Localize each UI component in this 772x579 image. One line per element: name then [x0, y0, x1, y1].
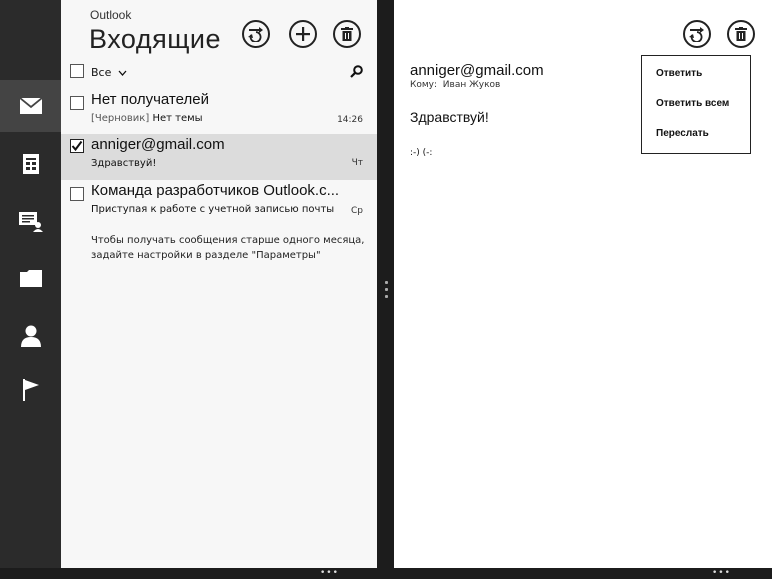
- nav-mail[interactable]: [0, 80, 61, 132]
- app-bar: [0, 568, 772, 579]
- menu-item-reply[interactable]: Ответить: [656, 68, 702, 79]
- reading-pane: anniger@gmail.com Кому: Иван Жуков Здрав…: [394, 0, 772, 568]
- calendar-icon: [22, 154, 39, 174]
- to-label: Кому:: [410, 80, 438, 90]
- nav-flag[interactable]: [0, 364, 61, 416]
- respond-button[interactable]: [683, 20, 711, 48]
- menu-item-forward[interactable]: Переслать: [656, 128, 709, 139]
- search-button[interactable]: [350, 63, 366, 79]
- sync-icon: [689, 27, 704, 42]
- app-name: Outlook: [90, 8, 132, 22]
- nav-chat[interactable]: [0, 196, 61, 248]
- select-all-checkbox[interactable]: [70, 64, 84, 78]
- sync-button[interactable]: [242, 20, 270, 48]
- message-checkbox[interactable]: [70, 139, 84, 153]
- message-subject-line: [Черновик] Нет темы: [91, 113, 203, 124]
- more-options-right[interactable]: •••: [712, 569, 731, 578]
- reader-subject: Здравствуй!: [410, 109, 489, 125]
- folder-icon: [19, 269, 42, 287]
- search-icon: [350, 65, 363, 78]
- recipient-line: Кому: Иван Жуков: [410, 80, 500, 90]
- message-body: :-) (-:: [410, 148, 433, 158]
- message-sender: Команда разработчиков Outlook.c...: [91, 182, 340, 199]
- nav-rail: [0, 0, 61, 568]
- reader-sender: anniger@gmail.com: [410, 62, 544, 79]
- more-options-left[interactable]: •••: [320, 569, 339, 578]
- new-message-button[interactable]: [289, 20, 317, 48]
- list-item[interactable]: Нет получателей [Черновик] Нет темы 14:2…: [61, 91, 377, 137]
- message-time: Чт: [351, 158, 363, 168]
- chevron-down-icon: [118, 70, 127, 76]
- splitter-grip-icon[interactable]: [383, 281, 389, 303]
- older-messages-notice: Чтобы получать сообщения старше одного м…: [91, 235, 365, 261]
- trash-icon: [341, 27, 353, 41]
- message-checkbox[interactable]: [70, 96, 84, 110]
- message-time: Ср: [351, 206, 363, 216]
- delete-message-button[interactable]: [727, 20, 755, 48]
- nav-people[interactable]: [0, 310, 61, 362]
- checkmark-icon: [71, 140, 83, 152]
- list-item[interactable]: anniger@gmail.com Здравствуй! Чт: [61, 134, 377, 180]
- select-all-label: Все: [91, 66, 112, 79]
- to-name[interactable]: Иван Жуков: [443, 80, 501, 90]
- message-subject: Здравствуй!: [91, 158, 157, 169]
- sync-icon: [248, 27, 263, 42]
- delete-button[interactable]: [333, 20, 361, 48]
- folder-title: Входящие: [89, 24, 222, 54]
- message-sender: Нет получателей: [91, 91, 209, 108]
- message-subject: Нет темы: [152, 113, 203, 124]
- message-list-pane: Outlook Входящие Все Нет получателей [Че…: [61, 0, 377, 568]
- chat-icon: [18, 212, 43, 232]
- draft-tag: [Черновик]: [91, 113, 150, 124]
- message-subject-line: Здравствуй!: [91, 158, 156, 169]
- message-subject: Приступая к работе с учетной записью поч…: [91, 204, 335, 215]
- trash-icon: [735, 27, 747, 41]
- list-item[interactable]: Команда разработчиков Outlook.c... Прист…: [61, 182, 377, 228]
- nav-folder[interactable]: [0, 252, 61, 304]
- person-icon: [20, 325, 41, 347]
- flag-icon: [22, 379, 39, 401]
- select-all-dropdown[interactable]: Все: [91, 66, 127, 79]
- respond-menu: Ответить Ответить всем Переслать: [641, 55, 751, 154]
- mail-icon: [19, 98, 42, 114]
- menu-item-reply-all[interactable]: Ответить всем: [656, 98, 729, 109]
- nav-calendar[interactable]: [0, 138, 61, 190]
- message-time: 14:26: [337, 115, 363, 125]
- message-checkbox[interactable]: [70, 187, 84, 201]
- plus-icon: [296, 27, 310, 41]
- message-sender: anniger@gmail.com: [91, 136, 225, 153]
- message-subject-line: Приступая к работе с учетной записью поч…: [91, 204, 334, 215]
